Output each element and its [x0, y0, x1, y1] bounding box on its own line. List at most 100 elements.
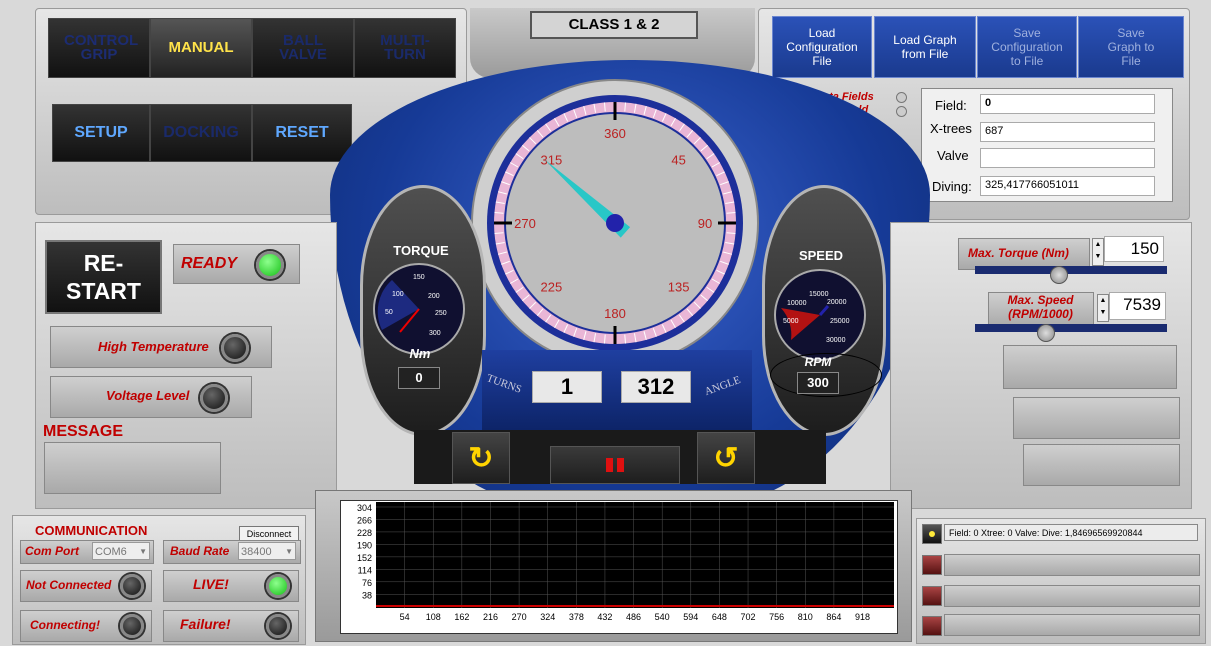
turn-dial: 3604590135180225270315 — [471, 79, 759, 367]
note-field-toggle[interactable] — [896, 106, 907, 117]
tab-ball-valve[interactable]: BALL VALVE — [252, 18, 354, 78]
not-connected-led — [120, 574, 144, 598]
spinner-up-icon: ▲ — [1094, 241, 1102, 248]
torque-graph: 304 266 228 190 152 114 76 38 54 108 162 216 270 324… — [357, 502, 894, 622]
log-icon-1[interactable] — [922, 524, 942, 544]
tab-multi-turn-label: MULTI-TURN — [380, 32, 430, 63]
dial-label-90: 90 — [698, 216, 712, 231]
high-temp-led — [221, 334, 249, 362]
limits-empty-slot-2 — [1013, 397, 1180, 439]
message-title: MESSAGE — [43, 423, 124, 440]
torque-tick-200: 200 — [428, 293, 440, 300]
speed-tick-30000: 30000 — [826, 337, 846, 344]
tab-manual[interactable]: MANUAL — [150, 18, 252, 78]
log-line-2 — [944, 554, 1200, 576]
max-torque-spinner[interactable]: ▲ ▼ — [1092, 238, 1104, 266]
com-port-label: Com Port — [25, 544, 79, 558]
tab-multi-turn[interactable]: MULTI-TURN — [354, 18, 456, 78]
log-icon-4[interactable] — [922, 616, 942, 636]
log-icon-2[interactable] — [922, 555, 942, 575]
graph-x-tick: 54 — [400, 612, 410, 622]
restart-label: RE-START — [66, 250, 141, 304]
communication-title: COMMUNICATION — [35, 523, 148, 538]
valve-input[interactable] — [980, 148, 1155, 168]
save-graph-button[interactable]: Save Graph to File — [1078, 16, 1184, 78]
graph-x-tick: 432 — [597, 612, 612, 622]
speed-value: 300 — [797, 372, 839, 394]
graph-x-tick: 108 — [426, 612, 441, 622]
graph-x-tick: 378 — [569, 612, 584, 622]
xtrees-input[interactable]: 687 — [980, 122, 1155, 142]
live-led — [266, 574, 290, 598]
message-box — [44, 442, 221, 494]
load-graph-button[interactable]: Load Graph from File — [874, 16, 976, 78]
rotate-ccw-button[interactable]: ↻ — [452, 432, 510, 484]
setup-button[interactable]: SETUP — [52, 104, 150, 162]
baud-rate-value: 38400 — [241, 546, 272, 558]
max-speed-slider-thumb[interactable] — [1037, 324, 1055, 342]
stop-button[interactable] — [550, 446, 680, 484]
tab-ball-valve-label: BALL VALVE — [279, 32, 327, 63]
ready-led — [256, 251, 284, 279]
ready-label: READY — [181, 255, 238, 272]
baud-rate-label: Baud Rate — [170, 544, 230, 558]
connecting-label: Connecting! — [30, 618, 100, 632]
restart-button[interactable]: RE-START — [45, 240, 162, 314]
valve-label: Valve — [937, 148, 969, 163]
save-config-button[interactable]: Save Configuration to File — [977, 16, 1077, 78]
speed-tick-15000: 15000 — [809, 291, 829, 298]
dial-label-225: 225 — [541, 280, 563, 295]
max-torque-label: Max. Torque (Nm) — [968, 246, 1069, 260]
torque-tick-250: 250 — [435, 310, 447, 317]
diving-input[interactable]: 325,417766051011 — [980, 176, 1155, 196]
graph-y-tick: 190 — [357, 540, 372, 550]
speed-tick-5000: 5000 — [783, 318, 799, 325]
dial-label-180: 180 — [604, 306, 626, 321]
voltage-led — [200, 384, 228, 412]
baud-rate-select[interactable]: 38400 ▼ — [238, 542, 296, 560]
rotate-cw-icon: ↺ — [713, 441, 739, 475]
field-input[interactable]: 0 — [980, 94, 1155, 114]
torque-title: TORQUE — [393, 243, 449, 258]
angle-value: 312 — [621, 371, 691, 403]
live-label: LIVE! — [193, 576, 229, 592]
load-config-label: Load Configuration File — [786, 26, 858, 68]
load-config-button[interactable]: Load Configuration File — [772, 16, 872, 78]
load-graph-label: Load Graph from File — [893, 33, 957, 61]
max-speed-slider-track[interactable] — [975, 324, 1167, 332]
max-torque-slider-thumb[interactable] — [1050, 266, 1068, 284]
graph-x-tick: 324 — [540, 612, 555, 622]
graph-x-tick: 864 — [826, 612, 841, 622]
max-torque-slider-track[interactable] — [975, 266, 1167, 274]
log-icon-3[interactable] — [922, 586, 942, 606]
rotate-cw-button[interactable]: ↺ — [697, 432, 755, 484]
tab-manual-label: MANUAL — [168, 39, 234, 56]
max-speed-input[interactable]: 7539 — [1109, 292, 1166, 320]
chevron-down-icon: ▼ — [285, 547, 293, 556]
graph-y-tick: 266 — [357, 515, 372, 525]
reset-button[interactable]: RESET — [252, 104, 352, 162]
spinner-up-icon: ▲ — [1099, 297, 1107, 304]
failure-label: Failure! — [180, 616, 231, 632]
tab-control-grip-label: CONTROL GRIP — [64, 32, 139, 63]
com-port-value: COM6 — [95, 546, 127, 558]
dial-label-45: 45 — [671, 152, 685, 167]
speed-title: SPEED — [798, 248, 844, 263]
torque-tick-100: 100 — [392, 291, 404, 298]
speed-tick-25000: 25000 — [830, 318, 850, 325]
connecting-led — [120, 614, 144, 638]
speed-tick-10000: 10000 — [787, 300, 807, 307]
field-label: Field: — [935, 98, 967, 113]
setup-label: SETUP — [74, 124, 128, 141]
reset-label: RESET — [275, 124, 329, 141]
max-torque-input[interactable]: 150 — [1104, 236, 1164, 262]
graph-y-tick: 152 — [357, 553, 372, 563]
max-speed-spinner[interactable]: ▲ ▼ — [1097, 294, 1109, 322]
log-line-1: Field: 0 Xtree: 0 Valve: Dive: 1,8469656… — [944, 524, 1198, 541]
com-port-select[interactable]: COM6 ▼ — [92, 542, 150, 560]
log-line-4 — [944, 614, 1200, 636]
docking-button[interactable]: DOCKING — [150, 104, 252, 162]
tab-control-grip[interactable]: CONTROL GRIP — [48, 18, 150, 78]
data-fields-toggle[interactable] — [896, 92, 907, 103]
failure-led — [266, 614, 290, 638]
